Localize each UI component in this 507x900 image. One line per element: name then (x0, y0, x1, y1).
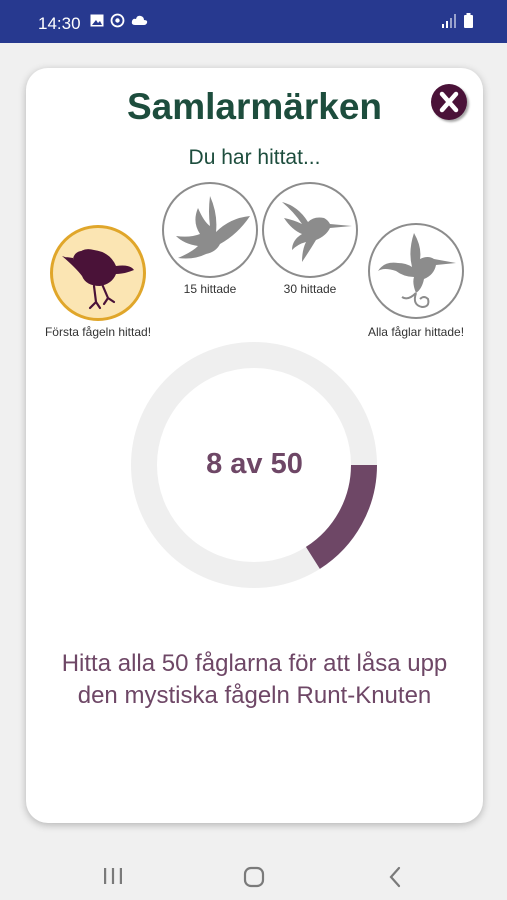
system-icons (442, 13, 473, 28)
unlock-message: Hitta alla 50 fåglarna för att låsa upp … (61, 650, 448, 709)
status-time: 14:30 (38, 14, 81, 33)
home-icon[interactable] (243, 866, 265, 888)
close-x-icon (439, 91, 459, 113)
badge-label-15: 15 hittade (183, 282, 237, 296)
gallery-icon (90, 14, 104, 27)
modal-title: Samlarmärken (126, 86, 383, 127)
recent-apps-icon[interactable] (103, 867, 123, 885)
cloud-icon (131, 15, 148, 25)
hummingbird-icon (282, 202, 352, 262)
progress-count: 8 av 50 (206, 448, 303, 480)
back-icon[interactable] (388, 866, 402, 888)
status-bar: 14:30 (0, 0, 507, 43)
modal-subtitle: Du har hittat... (188, 146, 321, 169)
swallow-icon (176, 196, 250, 259)
ornate-bird-icon (378, 233, 456, 309)
battery-icon (464, 13, 473, 28)
signal-icon (442, 13, 456, 28)
close-button[interactable] (431, 84, 467, 120)
notification-icons (90, 13, 148, 28)
badge-label-first: Första fågeln hittad! (44, 325, 152, 339)
badge-label-30: 30 hittade (283, 282, 337, 296)
sync-icon (110, 13, 125, 28)
badges-modal: Samlarmärken Du har hittat... Första fåg… (26, 68, 483, 823)
robin-icon (62, 249, 134, 310)
navigation-bar (0, 845, 507, 900)
badge-label-all: Alla fåglar hittade! (367, 325, 465, 339)
